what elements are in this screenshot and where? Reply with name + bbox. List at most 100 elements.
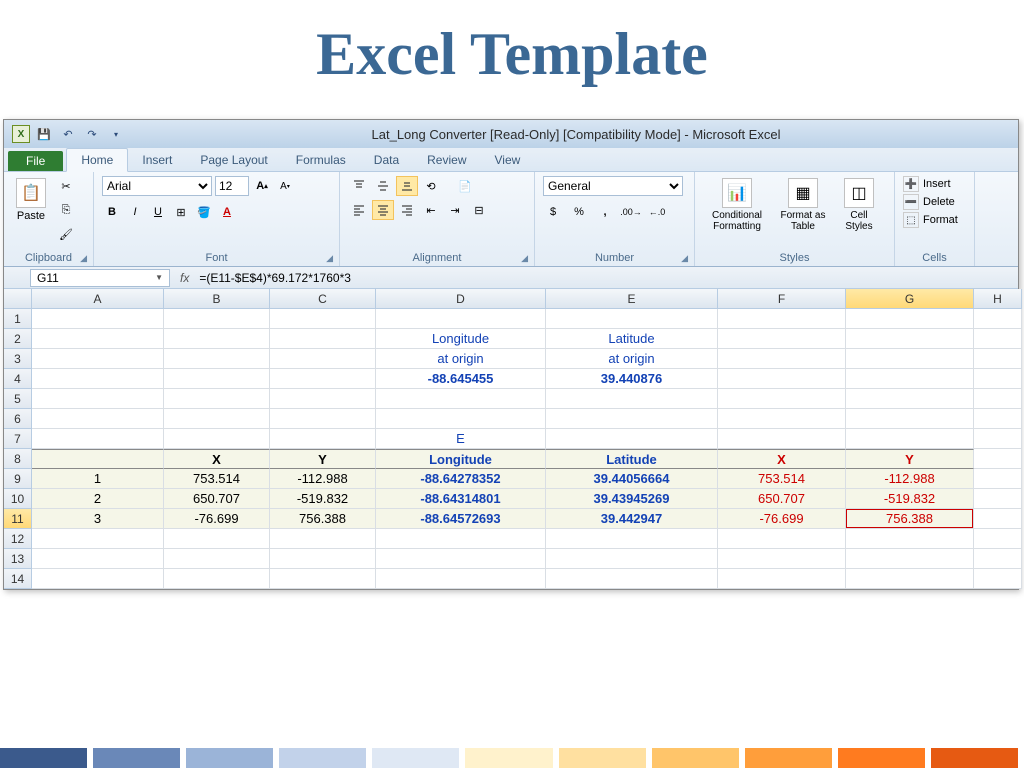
cell-H3[interactable] — [974, 349, 1022, 369]
cell-F2[interactable] — [718, 329, 846, 349]
align-center-button[interactable] — [372, 200, 394, 220]
cell-C4[interactable] — [270, 369, 376, 389]
decrease-decimal-button[interactable]: ←.0 — [647, 202, 667, 222]
cell-D8[interactable]: Longitude — [376, 449, 546, 469]
cell-C12[interactable] — [270, 529, 376, 549]
cell-G8[interactable]: Y — [846, 449, 974, 469]
cell-A9[interactable]: 1 — [32, 469, 164, 489]
cell-A12[interactable] — [32, 529, 164, 549]
delete-cells-button[interactable]: ➖Delete — [903, 194, 958, 210]
cell-H12[interactable] — [974, 529, 1022, 549]
cell-C10[interactable]: -519.832 — [270, 489, 376, 509]
align-right-button[interactable] — [396, 200, 418, 220]
cell-D1[interactable] — [376, 309, 546, 329]
accounting-format-button[interactable]: $ — [543, 202, 563, 222]
row-header-3[interactable]: 3 — [4, 349, 32, 369]
name-box[interactable]: G11▼ — [30, 269, 170, 287]
cell-F1[interactable] — [718, 309, 846, 329]
number-format-select[interactable]: General — [543, 176, 683, 196]
cell-E7[interactable] — [546, 429, 718, 449]
cell-B7[interactable] — [164, 429, 270, 449]
cell-G13[interactable] — [846, 549, 974, 569]
cell-C11[interactable]: 756.388 — [270, 509, 376, 529]
cell-B10[interactable]: 650.707 — [164, 489, 270, 509]
tab-review[interactable]: Review — [413, 149, 480, 171]
cell-B13[interactable] — [164, 549, 270, 569]
cell-A1[interactable] — [32, 309, 164, 329]
save-button[interactable]: 💾 — [34, 124, 54, 144]
cell-D12[interactable] — [376, 529, 546, 549]
cell-H1[interactable] — [974, 309, 1022, 329]
cell-C8[interactable]: Y — [270, 449, 376, 469]
cell-D6[interactable] — [376, 409, 546, 429]
insert-cells-button[interactable]: ➕Insert — [903, 176, 958, 192]
decrease-indent-button[interactable]: ⇤ — [420, 200, 442, 220]
cell-E5[interactable] — [546, 389, 718, 409]
cell-G6[interactable] — [846, 409, 974, 429]
cell-F14[interactable] — [718, 569, 846, 589]
tab-data[interactable]: Data — [360, 149, 413, 171]
row-header-5[interactable]: 5 — [4, 389, 32, 409]
cell-D2[interactable]: Longitude — [376, 329, 546, 349]
font-size-input[interactable] — [215, 176, 249, 196]
tab-insert[interactable]: Insert — [128, 149, 186, 171]
tab-formulas[interactable]: Formulas — [282, 149, 360, 171]
cell-H8[interactable] — [974, 449, 1022, 469]
row-header-9[interactable]: 9 — [4, 469, 32, 489]
cell-A2[interactable] — [32, 329, 164, 349]
cell-D10[interactable]: -88.64314801 — [376, 489, 546, 509]
cell-B9[interactable]: 753.514 — [164, 469, 270, 489]
cell-F9[interactable]: 753.514 — [718, 469, 846, 489]
cell-E13[interactable] — [546, 549, 718, 569]
cell-G4[interactable] — [846, 369, 974, 389]
cell-E10[interactable]: 39.43945269 — [546, 489, 718, 509]
comma-format-button[interactable]: , — [595, 202, 615, 222]
underline-button[interactable]: U — [148, 202, 168, 222]
cell-E12[interactable] — [546, 529, 718, 549]
cell-H7[interactable] — [974, 429, 1022, 449]
font-launcher[interactable]: ◢ — [326, 253, 333, 264]
cell-D7[interactable]: E — [376, 429, 546, 449]
cell-A8[interactable] — [32, 449, 164, 469]
qat-customize[interactable]: ▾ — [106, 124, 126, 144]
tab-home[interactable]: Home — [66, 148, 128, 172]
cell-F6[interactable] — [718, 409, 846, 429]
cell-G2[interactable] — [846, 329, 974, 349]
cell-H10[interactable] — [974, 489, 1022, 509]
cell-E8[interactable]: Latitude — [546, 449, 718, 469]
cell-G14[interactable] — [846, 569, 974, 589]
cell-C7[interactable] — [270, 429, 376, 449]
alignment-launcher[interactable]: ◢ — [521, 253, 528, 264]
increase-decimal-button[interactable]: .00→ — [621, 202, 641, 222]
cell-B3[interactable] — [164, 349, 270, 369]
tab-view[interactable]: View — [481, 149, 535, 171]
tab-file[interactable]: File — [8, 151, 63, 171]
col-header-B[interactable]: B — [164, 289, 270, 309]
cell-B4[interactable] — [164, 369, 270, 389]
cell-E11[interactable]: 39.442947 — [546, 509, 718, 529]
border-button[interactable]: ⊞ — [171, 202, 191, 222]
cell-H11[interactable] — [974, 509, 1022, 529]
cell-styles-button[interactable]: ◫Cell Styles — [835, 176, 883, 234]
format-cells-button[interactable]: ⬚Format — [903, 212, 958, 228]
font-name-select[interactable]: Arial — [102, 176, 212, 196]
cell-E4[interactable]: 39.440876 — [546, 369, 718, 389]
col-header-D[interactable]: D — [376, 289, 546, 309]
row-header-2[interactable]: 2 — [4, 329, 32, 349]
cell-E14[interactable] — [546, 569, 718, 589]
cell-F12[interactable] — [718, 529, 846, 549]
col-header-H[interactable]: H — [974, 289, 1022, 309]
cell-E1[interactable] — [546, 309, 718, 329]
paste-button[interactable]: 📋 Paste — [12, 176, 50, 224]
cell-H6[interactable] — [974, 409, 1022, 429]
cell-H5[interactable] — [974, 389, 1022, 409]
format-painter-button[interactable]: 🖌 — [56, 224, 76, 244]
merge-center-button[interactable]: ⊟ — [468, 200, 490, 220]
cell-B6[interactable] — [164, 409, 270, 429]
shrink-font-button[interactable]: A▾ — [275, 176, 295, 196]
align-top-button[interactable] — [348, 176, 370, 196]
col-header-F[interactable]: F — [718, 289, 846, 309]
cell-A6[interactable] — [32, 409, 164, 429]
cell-B8[interactable]: X — [164, 449, 270, 469]
cell-B1[interactable] — [164, 309, 270, 329]
